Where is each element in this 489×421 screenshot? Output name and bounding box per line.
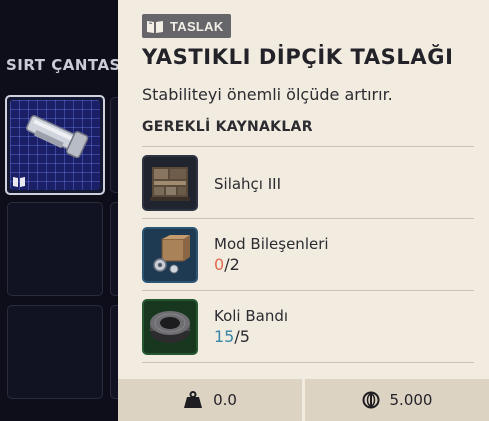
workbench-icon xyxy=(142,155,198,211)
requirement-name: Mod Bileşenleri xyxy=(214,235,329,253)
requirement-row: Koli Bandı 15/5 xyxy=(142,290,474,362)
requirement-need: /5 xyxy=(234,327,250,346)
weight-icon xyxy=(184,391,203,408)
item-value: 5.000 xyxy=(302,379,489,421)
requirement-need: /2 xyxy=(224,255,240,274)
requirement-row: Silahçı III xyxy=(142,146,474,218)
inventory-slot-selected[interactable] xyxy=(5,95,105,195)
padded-stock-blueprint-icon xyxy=(26,115,89,159)
inventory-slot[interactable] xyxy=(7,202,103,296)
item-tooltip: TASLAK YASTIKLI DİPÇİK TASLAĞI Stabilite… xyxy=(118,0,489,421)
requirement-have: 0 xyxy=(214,255,225,274)
requirement-have: 15 xyxy=(214,327,235,346)
item-title: YASTIKLI DİPÇİK TASLAĞI xyxy=(142,45,454,69)
mod-components-icon xyxy=(142,227,198,283)
inventory-slot[interactable] xyxy=(7,305,103,399)
requirement-row: Mod Bileşenleri 0/2 xyxy=(142,218,474,290)
requirement-name: Silahçı III xyxy=(214,175,282,193)
item-description: Stabiliteyi önemli ölçüde artırır. xyxy=(142,85,393,104)
item-weight-value: 0.0 xyxy=(213,391,237,409)
requirements-heading: GEREKLİ KAYNAKLAR xyxy=(142,119,313,135)
coin-icon xyxy=(362,391,380,409)
backpack-title: SIRT ÇANTASI xyxy=(6,56,127,74)
book-icon xyxy=(146,19,164,34)
book-icon xyxy=(13,177,25,187)
type-badge: TASLAK xyxy=(142,14,231,38)
item-value-amount: 5.000 xyxy=(389,391,433,409)
requirement-count: 15/5 xyxy=(214,327,250,346)
requirement-name: Koli Bandı xyxy=(214,307,289,325)
requirement-count: 0/2 xyxy=(214,255,240,274)
type-badge-label: TASLAK xyxy=(170,18,224,34)
duct-tape-icon xyxy=(142,299,198,355)
tooltip-footer: 0.0 5.000 xyxy=(118,379,489,421)
item-weight: 0.0 xyxy=(118,379,302,421)
divider xyxy=(142,362,474,363)
